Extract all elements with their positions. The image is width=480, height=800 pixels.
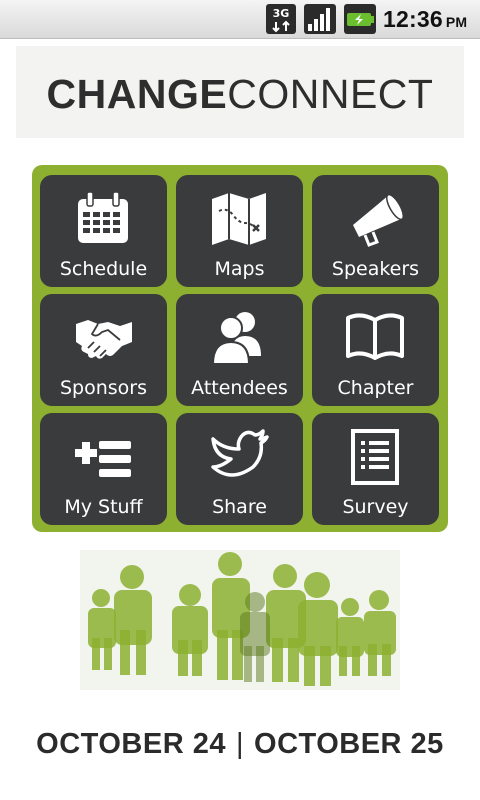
handshake-icon — [76, 320, 132, 359]
share-button[interactable]: Share — [176, 413, 303, 525]
survey-button[interactable]: Survey — [312, 413, 439, 525]
clock: 12:36 PM — [383, 6, 467, 33]
speakers-label: Speakers — [331, 258, 420, 280]
sponsors-label: Sponsors — [59, 377, 148, 399]
megaphone-icon — [353, 193, 404, 247]
attendees-button[interactable]: Attendees — [176, 294, 303, 406]
open-book-icon — [346, 313, 404, 360]
chapter-button[interactable]: Chapter — [312, 294, 439, 406]
my-stuff-label: My Stuff — [64, 496, 143, 518]
battery-charging-icon — [344, 4, 376, 34]
map-icon — [212, 193, 266, 245]
people-icon — [211, 312, 261, 365]
signal-strength-icon — [304, 4, 336, 34]
clock-time: 12:36 — [383, 6, 443, 32]
calendar-icon — [78, 191, 128, 243]
schedule-label: Schedule — [59, 258, 148, 280]
checklist-icon — [351, 429, 399, 485]
end-date: OCTOBER 25 — [254, 728, 444, 760]
logo-light-text: CONNECT — [227, 71, 434, 117]
sponsors-button[interactable]: Sponsors — [40, 294, 167, 406]
maps-button[interactable]: Maps — [176, 175, 303, 287]
app-logo: CHANGECONNECT — [16, 72, 464, 116]
clock-ampm: PM — [445, 14, 468, 30]
event-dates: OCTOBER 24 | OCTOBER 25 — [0, 728, 480, 761]
logo-bold-text: CHANGE — [46, 71, 228, 117]
people-crowd-illustration — [80, 550, 400, 690]
add-list-icon — [75, 441, 131, 477]
my-stuff-button[interactable]: My Stuff — [40, 413, 167, 525]
date-separator: | — [235, 728, 245, 760]
speakers-button[interactable]: Speakers — [312, 175, 439, 287]
status-bar: 3G 12:36 PM — [0, 0, 480, 39]
svg-text:3G: 3G — [273, 7, 290, 20]
maps-label: Maps — [214, 258, 265, 280]
twitter-bird-icon — [211, 429, 269, 477]
start-date: OCTOBER 24 — [36, 728, 226, 760]
3g-data-icon: 3G — [266, 4, 296, 34]
menu-grid: Schedule Maps Speakers Sponsors Attendee… — [32, 165, 448, 532]
share-label: Share — [212, 496, 267, 518]
chapter-label: Chapter — [337, 377, 414, 399]
survey-label: Survey — [342, 496, 409, 518]
schedule-button[interactable]: Schedule — [40, 175, 167, 287]
attendees-label: Attendees — [191, 377, 288, 399]
